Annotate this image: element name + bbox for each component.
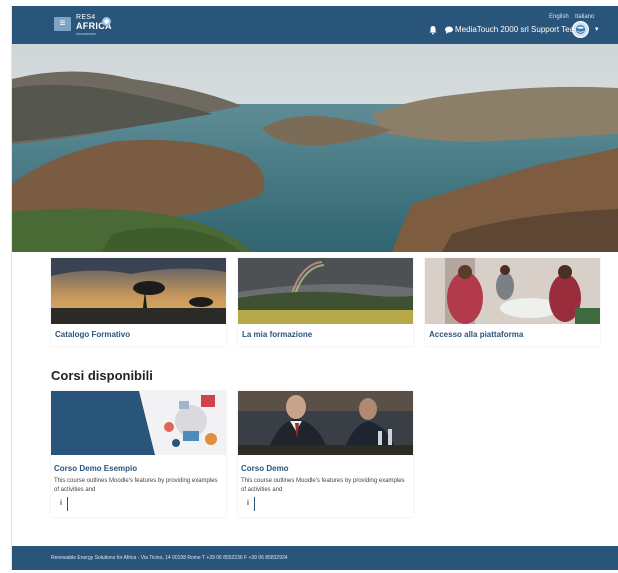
course-title[interactable]: Corso Demo Esempio (54, 464, 137, 473)
user-name[interactable]: MediaTouch 2000 srl Support Team (455, 25, 581, 34)
caret-down-icon[interactable]: ▾ (595, 25, 599, 33)
footer-contact-text: Renewable Energy Solutions for Africa - … (51, 555, 288, 561)
language-italiano-link[interactable]: Italiano (575, 14, 594, 20)
bell-icon[interactable] (428, 25, 438, 35)
top-navbar: ≡ RES4 AFRICA FOUNDATION English Italian… (12, 6, 618, 44)
hamburger-icon[interactable]: ≡ (54, 17, 71, 31)
card-accesso-piattaforma[interactable]: Accesso alla piattaforma (425, 258, 600, 346)
card-savanna-sunset-image (51, 258, 226, 324)
avatar-globe-icon (573, 22, 588, 37)
page-footer: Renewable Energy Solutions for Africa - … (12, 546, 618, 570)
course-info-button[interactable]: i (57, 498, 65, 510)
user-avatar[interactable] (572, 21, 589, 38)
course-info-button[interactable]: i (244, 498, 252, 510)
course-card-demo-esempio[interactable]: Corso Demo Esempio This course outlines … (51, 391, 226, 517)
course-illustration-image (51, 391, 226, 455)
logo-line-1: RES4 (76, 14, 96, 21)
info-divider (254, 497, 255, 511)
card-title[interactable]: La mia formazione (242, 330, 312, 339)
section-title-courses: Corsi disponibili (51, 368, 153, 383)
info-divider (67, 497, 68, 511)
card-title[interactable]: Accesso alla piattaforma (429, 330, 523, 339)
logo-sun-icon (102, 17, 111, 26)
card-catalogo-formativo[interactable]: Catalogo Formativo (51, 258, 226, 346)
course-card-demo[interactable]: Corso Demo This course outlines Moodle's… (238, 391, 413, 517)
card-title[interactable]: Catalogo Formativo (55, 330, 130, 339)
site-logo[interactable]: RES4 AFRICA FOUNDATION (76, 14, 112, 36)
page-frame: ≡ RES4 AFRICA FOUNDATION English Italian… (11, 6, 618, 570)
course-summary: This course outlines Moodle's features b… (241, 478, 405, 493)
card-la-mia-formazione[interactable]: La mia formazione (238, 258, 413, 346)
course-title[interactable]: Corso Demo (241, 464, 289, 473)
card-classroom-group-image (425, 258, 600, 324)
chat-icon[interactable] (444, 25, 454, 35)
course-summary: This course outlines Moodle's features b… (54, 478, 218, 493)
hero-lake-landscape-image (12, 44, 618, 252)
course-meeting-photo-image (238, 391, 413, 455)
language-english-link[interactable]: English (549, 14, 569, 20)
logo-line-3: FOUNDATION (76, 32, 96, 36)
card-rainbow-field-image (238, 258, 413, 324)
